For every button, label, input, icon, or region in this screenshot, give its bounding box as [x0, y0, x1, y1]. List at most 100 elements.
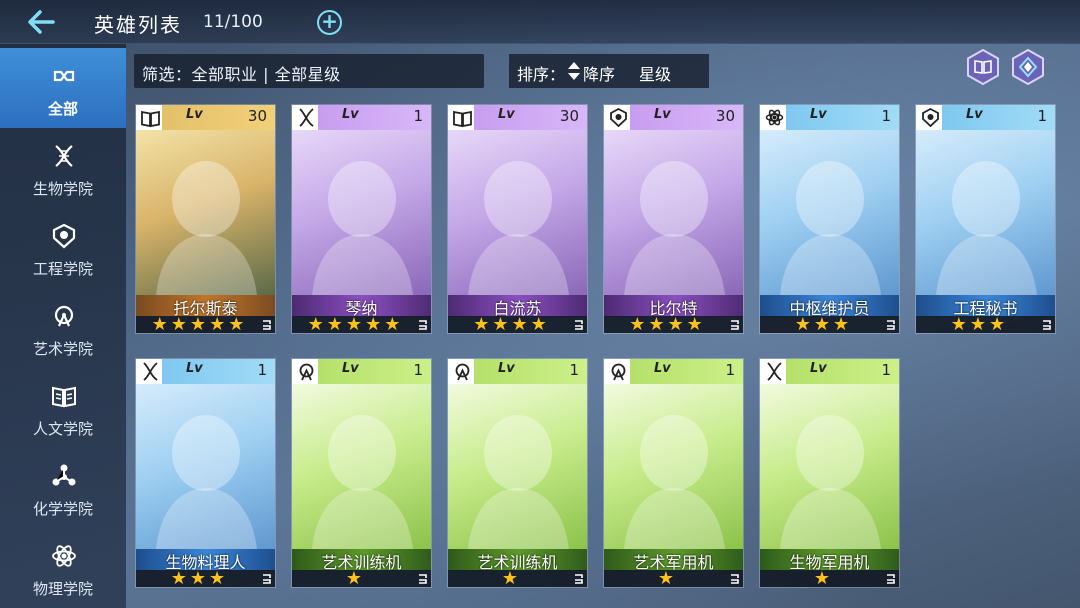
- hero-card[interactable]: Lv 1 艺术军用机 ★: [603, 358, 744, 588]
- hero-portrait: [916, 129, 1055, 295]
- level-value: 1: [1037, 107, 1047, 125]
- level-label: Lv: [654, 107, 671, 122]
- sidebar-item-label: 全部: [47, 100, 78, 118]
- hero-card[interactable]: Lv 30 托尔斯泰 ★★★★★: [135, 104, 276, 334]
- level-label: Lv: [498, 361, 515, 376]
- level-value: 30: [715, 107, 735, 125]
- filter-text: 筛选：全部职业 | 全部星级: [142, 65, 341, 84]
- level-label: Lv: [342, 361, 359, 376]
- gear-shield-icon: [52, 223, 76, 249]
- detail-marker-icon: [887, 320, 895, 330]
- level-value: 1: [413, 361, 423, 379]
- sidebar-item-chemistry[interactable]: 化学学院: [0, 448, 126, 528]
- detail-marker-icon: [1043, 320, 1051, 330]
- portrait-silhouette-icon: [780, 161, 881, 295]
- level-value: 1: [257, 361, 267, 379]
- hero-portrait: [292, 129, 431, 295]
- gear-shield-icon: [922, 107, 939, 128]
- sidebar-item-biology[interactable]: 生物学院: [0, 128, 126, 208]
- open-book-icon: [52, 386, 76, 408]
- atom-icon: [52, 545, 76, 567]
- detail-marker-icon: [419, 320, 427, 330]
- portrait-silhouette-icon: [156, 415, 257, 549]
- hero-card[interactable]: Lv 1 生物料理人 ★★★: [135, 358, 276, 588]
- sidebar-item-engineering[interactable]: 工程学院: [0, 208, 126, 288]
- sort-order[interactable]: 降序: [583, 61, 615, 85]
- hero-card[interactable]: Lv 1 艺术训练机 ★: [291, 358, 432, 588]
- hero-stars: ★★★★: [629, 314, 706, 334]
- level-label: Lv: [810, 361, 827, 376]
- sidebar-item-label: 艺术学院: [32, 340, 93, 358]
- sidebar-item-art[interactable]: 艺术学院: [0, 288, 126, 368]
- hero-portrait: [604, 383, 743, 549]
- hero-card[interactable]: Lv 30 白流苏 ★★★★: [447, 104, 588, 334]
- detail-marker-icon: [575, 320, 583, 330]
- hero-portrait: [136, 129, 275, 295]
- hero-stars: ★★★★★: [151, 314, 248, 334]
- portrait-silhouette-icon: [936, 161, 1037, 295]
- sidebar-item-all[interactable]: 全部: [0, 48, 126, 128]
- sort-toggle-icon[interactable]: [567, 61, 581, 81]
- hero-card[interactable]: Lv 1 工程秘书 ★★★: [915, 104, 1056, 334]
- sort-bar: 排序： 降序 星级: [509, 54, 709, 88]
- sidebar-item-humanities[interactable]: 人文学院: [0, 368, 126, 448]
- back-arrow-icon[interactable]: [26, 8, 56, 36]
- portrait-silhouette-icon: [312, 161, 413, 295]
- add-slot-button[interactable]: +: [317, 10, 342, 35]
- art-compass-icon: [611, 363, 626, 381]
- detail-marker-icon: [263, 320, 271, 330]
- level-label: Lv: [966, 107, 983, 122]
- hero-card[interactable]: Lv 30 比尔特 ★★★★: [603, 104, 744, 334]
- dna-icon: [143, 362, 158, 381]
- molecule-icon: [52, 464, 76, 486]
- hero-stars: ★★★: [794, 314, 853, 334]
- sidebar-item-label: 生物学院: [32, 180, 93, 198]
- sort-label: 排序：: [517, 65, 566, 84]
- sort-field[interactable]: 星级: [639, 61, 671, 85]
- hero-card[interactable]: Lv 1 艺术训练机 ★: [447, 358, 588, 588]
- sidebar: 全部 生物学院 工程学院 艺术学院 人文学院 化学学院 物理学院: [0, 44, 126, 608]
- hero-portrait: [760, 383, 899, 549]
- infinity-icon: [53, 70, 75, 82]
- level-label: Lv: [342, 107, 359, 122]
- portrait-silhouette-icon: [624, 161, 725, 295]
- detail-marker-icon: [419, 574, 427, 584]
- detail-marker-icon: [575, 574, 583, 584]
- hero-stars: ★: [501, 568, 522, 588]
- hero-stars: ★★★★★: [307, 314, 404, 334]
- hero-count: 11/100: [203, 12, 263, 32]
- level-value: 30: [247, 107, 267, 125]
- filter-bar[interactable]: 筛选：全部职业 | 全部星级: [134, 54, 484, 88]
- dna-icon: [299, 108, 314, 127]
- handbook-button[interactable]: [964, 48, 1002, 86]
- detail-marker-icon: [887, 574, 895, 584]
- detail-marker-icon: [263, 574, 271, 584]
- level-label: Lv: [654, 361, 671, 376]
- portrait-silhouette-icon: [624, 415, 725, 549]
- portrait-silhouette-icon: [468, 415, 569, 549]
- hero-stars: ★★★★: [473, 314, 550, 334]
- level-label: Lv: [186, 107, 203, 122]
- level-value: 1: [569, 361, 579, 379]
- top-bar: 英雄列表 11/100 +: [0, 0, 1080, 44]
- hero-portrait: [604, 129, 743, 295]
- hero-card[interactable]: Lv 1 生物军用机 ★: [759, 358, 900, 588]
- sidebar-item-physics[interactable]: 物理学院: [0, 528, 126, 608]
- hero-card[interactable]: Lv 1 琴纳 ★★★★★: [291, 104, 432, 334]
- portrait-silhouette-icon: [780, 415, 881, 549]
- sidebar-item-label: 工程学院: [32, 260, 93, 278]
- portrait-silhouette-icon: [468, 161, 569, 295]
- gem-button[interactable]: [1009, 48, 1047, 86]
- hero-card[interactable]: Lv 1 中枢维护员 ★★★: [759, 104, 900, 334]
- gear-shield-icon: [610, 107, 627, 128]
- art-compass-icon: [299, 363, 314, 381]
- portrait-silhouette-icon: [312, 415, 413, 549]
- atom-icon: [765, 109, 784, 126]
- art-compass-icon: [54, 305, 74, 327]
- hero-stars: ★: [657, 568, 678, 588]
- sidebar-item-label: 化学学院: [32, 500, 93, 518]
- hero-portrait: [292, 383, 431, 549]
- sidebar-item-label: 物理学院: [32, 580, 93, 598]
- detail-marker-icon: [731, 574, 739, 584]
- hero-stars: ★★★: [950, 314, 1009, 334]
